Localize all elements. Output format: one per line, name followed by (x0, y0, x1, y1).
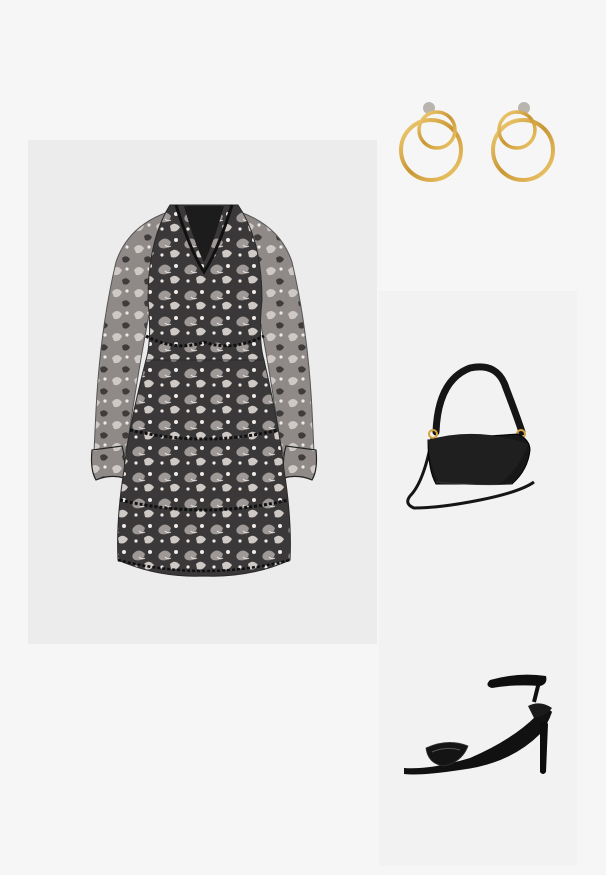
dress-left-cuff (90, 445, 126, 481)
dress-right-cuff (282, 445, 318, 481)
sandal-heel (540, 721, 548, 774)
dress-skirt (117, 359, 291, 577)
dress-image (90, 204, 318, 577)
bag-handle (432, 363, 526, 436)
bag-image (406, 363, 535, 510)
outfit-canvas (90, 102, 555, 775)
sandal-image (404, 674, 552, 775)
earrings-image (399, 102, 555, 182)
left-earring (399, 102, 463, 182)
sandal-sole (404, 709, 552, 775)
right-earring (491, 102, 555, 182)
